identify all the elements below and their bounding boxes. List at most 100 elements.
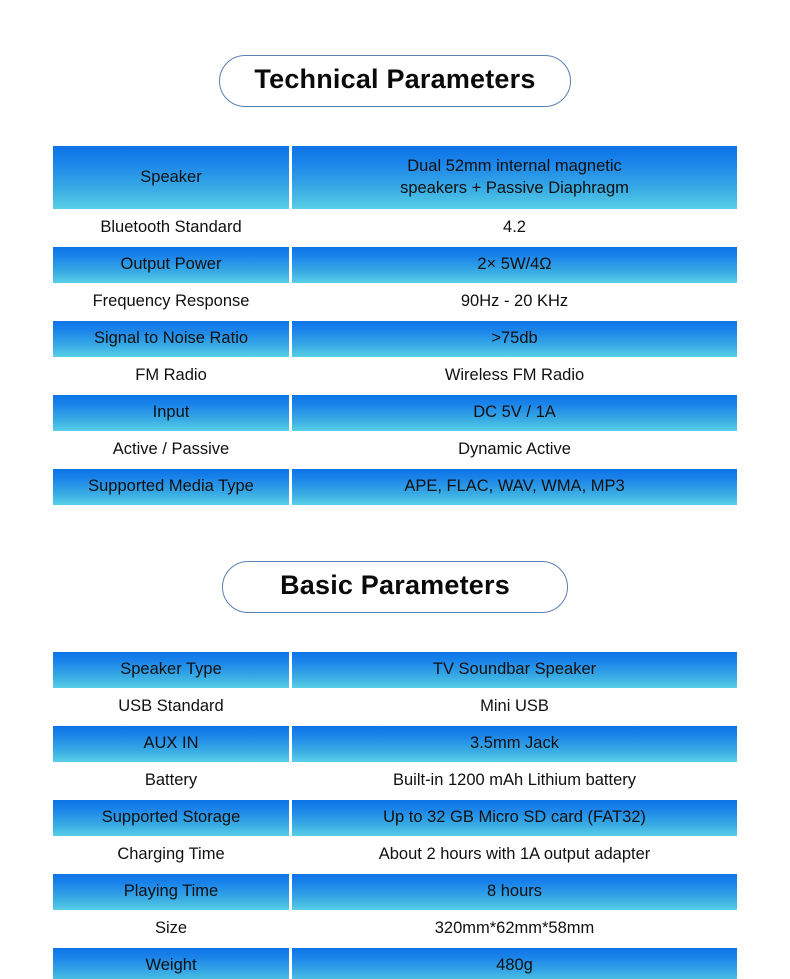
section-title-technical: Technical Parameters: [219, 55, 571, 107]
table-row: Signal to Noise Ratio >75db: [53, 321, 737, 357]
spec-value-cell: Dynamic Active: [292, 432, 737, 468]
spec-label-cell: Signal to Noise Ratio: [53, 321, 289, 357]
spec-value-text: Dual 52mm internal magnetic speakers + P…: [400, 157, 629, 197]
table-row: Input DC 5V / 1A: [53, 395, 737, 431]
spec-label-text: Supported Storage: [101, 808, 241, 827]
spec-label-cell: FM Radio: [53, 358, 289, 394]
spec-value-cell: 90Hz - 20 KHz: [292, 284, 737, 320]
spec-value-text: >75db: [491, 329, 538, 348]
table-row: USB Standard Mini USB: [53, 689, 737, 725]
spec-value-text: Up to 32 GB Micro SD card (FAT32): [383, 808, 646, 827]
spec-label-cell: Active / Passive: [53, 432, 289, 468]
spec-value-text: Wireless FM Radio: [444, 366, 585, 385]
spec-label-text: Playing Time: [123, 882, 219, 901]
spec-value-text: 4.2: [503, 218, 526, 237]
table-row: FM Radio Wireless FM Radio: [53, 358, 737, 394]
spec-label-cell: Supported Storage: [53, 800, 289, 836]
spec-value-cell: TV Soundbar Speaker: [292, 652, 737, 688]
spec-label-text: Battery: [144, 771, 198, 790]
spec-label-cell: Speaker: [53, 146, 289, 209]
spec-label-text: Size: [154, 919, 188, 938]
table-row: Bluetooth Standard 4.2: [53, 210, 737, 246]
spec-label-cell: Weight: [53, 948, 289, 979]
spec-label-cell: USB Standard: [53, 689, 289, 725]
spec-value-cell: >75db: [292, 321, 737, 357]
spec-value-text: 3.5mm Jack: [470, 734, 559, 753]
spec-label-text: FM Radio: [135, 366, 207, 385]
spec-value-text: About 2 hours with 1A output adapter: [378, 845, 651, 864]
table-row: Supported Storage Up to 32 GB Micro SD ca…: [53, 800, 737, 836]
table-row: Speaker Dual 52mm internal magnetic speak…: [53, 146, 737, 209]
table-row: Supported Media Type APE, FLAC, WAV, WMA,…: [53, 469, 737, 505]
spec-label-cell: Frequency Response: [53, 284, 289, 320]
spec-value-text: 480g: [496, 956, 533, 975]
spec-label-cell: Supported Media Type: [53, 469, 289, 505]
top-spacer: [0, 0, 790, 55]
spec-label-cell: Bluetooth Standard: [53, 210, 289, 246]
spec-label-cell: Output Power: [53, 247, 289, 283]
table-row: Weight 480g: [53, 948, 737, 979]
table-row: Battery Built-in 1200 mAh Lithium battery: [53, 763, 737, 799]
table-row: Active / Passive Dynamic Active: [53, 432, 737, 468]
spec-label-cell: Speaker Type: [53, 652, 289, 688]
spec-value-text: 8 hours: [486, 882, 543, 901]
spec-value-cell: Dual 52mm internal magnetic speakers + P…: [292, 146, 737, 209]
table-row: Size 320mm*62mm*58mm: [53, 911, 737, 947]
table-row: Frequency Response 90Hz - 20 KHz: [53, 284, 737, 320]
spec-table-technical: Speaker Dual 52mm internal magnetic speak…: [53, 146, 737, 506]
spec-label-cell: Size: [53, 911, 289, 947]
spec-value-text: 320mm*62mm*58mm: [434, 919, 595, 938]
spec-value-cell: Up to 32 GB Micro SD card (FAT32): [292, 800, 737, 836]
spec-label-text: Weight: [145, 956, 197, 975]
spec-value-cell: Wireless FM Radio: [292, 358, 737, 394]
table-row: Output Power 2× 5W/4Ω: [53, 247, 737, 283]
spec-value-cell: About 2 hours with 1A output adapter: [292, 837, 737, 873]
spec-value-cell: Mini USB: [292, 689, 737, 725]
table-row: AUX IN 3.5mm Jack: [53, 726, 737, 762]
spec-value-cell: DC 5V / 1A: [292, 395, 737, 431]
spec-value-text: Dynamic Active: [458, 440, 571, 459]
spec-label-cell: Playing Time: [53, 874, 289, 910]
spec-table-basic: Speaker Type TV Soundbar Speaker USB Stand…: [53, 652, 737, 979]
spec-sheet-page: Technical Parameters Speaker Dual 52mm in…: [0, 0, 790, 979]
spec-value-cell: APE, FLAC, WAV, WMA, MP3: [292, 469, 737, 505]
spec-label-text: Frequency Response: [92, 292, 250, 311]
title-table-spacer-1: [0, 107, 790, 146]
spec-label-cell: AUX IN: [53, 726, 289, 762]
spec-label-cell: Input: [53, 395, 289, 431]
spec-value-text: Built-in 1200 mAh Lithium battery: [392, 771, 637, 790]
spec-label-text: Speaker Type: [120, 660, 222, 679]
table-row: Speaker Type TV Soundbar Speaker: [53, 652, 737, 688]
spec-value-text: DC 5V / 1A: [473, 403, 556, 422]
spec-label-cell: Battery: [53, 763, 289, 799]
spec-value-cell: 320mm*62mm*58mm: [292, 911, 737, 947]
spec-label-text: Speaker: [140, 167, 202, 186]
title-table-spacer-2: [0, 613, 790, 652]
spec-label-text: Output Power: [120, 255, 222, 274]
spec-value-text: TV Soundbar Speaker: [432, 660, 597, 679]
spec-value-cell: 8 hours: [292, 874, 737, 910]
spec-value-cell: 4.2: [292, 210, 737, 246]
spec-label-text: Bluetooth Standard: [100, 218, 242, 237]
spec-label-text: AUX IN: [143, 734, 199, 753]
spec-value-cell: 2× 5W/4Ω: [292, 247, 737, 283]
spec-value-text: Mini USB: [480, 697, 549, 716]
spec-label-text: USB Standard: [118, 697, 224, 716]
section-title-basic: Basic Parameters: [222, 561, 568, 613]
spec-value-cell: 3.5mm Jack: [292, 726, 737, 762]
section-title-basic-wrap: Basic Parameters: [0, 561, 790, 613]
spec-value-cell: Built-in 1200 mAh Lithium battery: [292, 763, 737, 799]
spec-label-text: Supported Media Type: [88, 477, 254, 496]
table-row: Playing Time 8 hours: [53, 874, 737, 910]
spec-label-text: Signal to Noise Ratio: [93, 329, 249, 348]
spec-label-cell: Charging Time: [53, 837, 289, 873]
spec-value-text: 2× 5W/4Ω: [477, 255, 552, 274]
section-title-technical-wrap: Technical Parameters: [0, 55, 790, 107]
spec-label-text: Input: [152, 403, 190, 422]
spec-value-text: 90Hz - 20 KHz: [460, 292, 569, 311]
spec-value-text: APE, FLAC, WAV, WMA, MP3: [404, 477, 625, 496]
table-row: Charging Time About 2 hours with 1A outpu…: [53, 837, 737, 873]
spec-value-cell: 480g: [292, 948, 737, 979]
spec-label-text: Active / Passive: [112, 440, 230, 459]
